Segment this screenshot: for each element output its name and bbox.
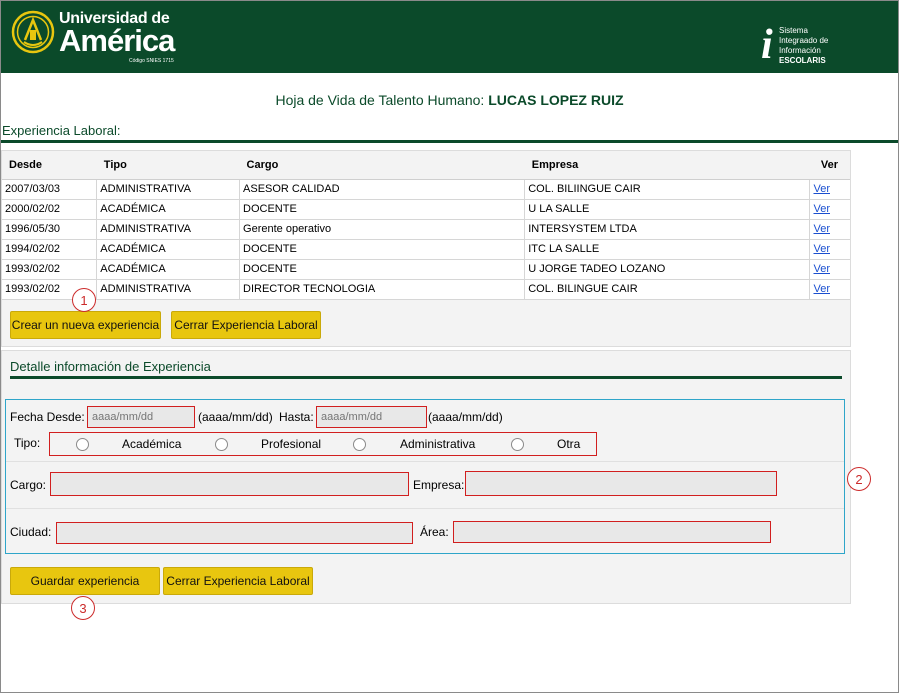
hasta-input[interactable] [316, 406, 427, 428]
radio-administrativa[interactable] [353, 438, 366, 451]
cell-cargo: DOCENTE [239, 199, 526, 220]
ver-link[interactable]: Ver [813, 283, 830, 295]
col-desde: Desde [2, 152, 97, 180]
ciudad-input[interactable] [56, 522, 413, 544]
cell-ver: Ver [809, 219, 850, 240]
ver-link[interactable]: Ver [813, 183, 830, 195]
radio-label-academica: Académica [122, 437, 182, 451]
col-empresa: Empresa [524, 152, 810, 180]
cell-ver: Ver [809, 239, 850, 260]
cell-ver: Ver [809, 199, 850, 220]
cell-tipo: ADMINISTRATIVA [96, 219, 241, 240]
table-row: 1994/02/02 ACADÉMICA DOCENTE ITC LA SALL… [2, 239, 850, 260]
cell-ver: Ver [809, 259, 850, 280]
empresa-input[interactable] [465, 471, 777, 496]
radio-label-otra: Otra [557, 437, 581, 451]
cell-desde: 1994/02/02 [2, 239, 98, 260]
close-experience-button-top[interactable]: Cerrar Experiencia Laboral [171, 311, 321, 339]
table-row: 1993/02/02 ACADÉMICA DOCENTE U JORGE TAD… [2, 259, 850, 280]
cell-desde: 1996/05/30 [2, 219, 98, 240]
hasta-hint: (aaaa/mm/dd) [428, 410, 503, 424]
fecha-desde-hint: (aaaa/mm/dd) [198, 410, 273, 424]
table-row: 2000/02/02 ACADÉMICA DOCENTE U LA SALLE … [2, 199, 850, 220]
system-label: Sistema Integraado de Información ESCOLA… [779, 26, 828, 66]
cell-tipo: ACADÉMICA [96, 199, 241, 220]
form-row-divider [6, 508, 844, 509]
table-row: 1993/02/02 ADMINISTRATIVA DIRECTOR TECNO… [2, 279, 850, 300]
ver-link[interactable]: Ver [813, 263, 830, 275]
radio-label-profesional: Profesional [261, 437, 322, 451]
fecha-desde-label: Fecha Desde: [10, 410, 85, 424]
system-line-3: Información [779, 46, 821, 55]
detail-divider [10, 376, 842, 379]
ver-link[interactable]: Ver [813, 223, 830, 235]
cell-ver: Ver [809, 279, 850, 300]
marker-3: 3 [71, 596, 95, 620]
cell-cargo: DOCENTE [239, 259, 526, 280]
cell-tipo: ACADÉMICA [96, 259, 241, 280]
table-row: 2007/03/03 ADMINISTRATIVA ASESOR CALIDAD… [2, 179, 850, 200]
cell-tipo: ACADÉMICA [96, 239, 241, 260]
cell-empresa: U LA SALLE [524, 199, 811, 220]
area-input[interactable] [453, 521, 771, 543]
section-divider [1, 140, 898, 143]
system-line-2: Integraado de [779, 36, 829, 45]
close-experience-button-bottom[interactable]: Cerrar Experiencia Laboral [163, 567, 313, 595]
radio-academica[interactable] [76, 438, 89, 451]
cell-cargo: ASESOR CALIDAD [239, 179, 526, 200]
detail-title: Detalle información de Experiencia [10, 359, 211, 374]
system-line-1: Sistema [779, 26, 808, 35]
page-title: Hoja de Vida de Talento Humano: LUCAS LO… [0, 92, 899, 108]
cell-desde: 2007/03/03 [2, 179, 98, 200]
brand-code-text: Código SNIES 1715 [129, 58, 174, 64]
cell-cargo: DIRECTOR TECNOLOGIA [239, 279, 526, 300]
cell-tipo: ADMINISTRATIVA [96, 279, 241, 300]
title-prefix: Hoja de Vida de Talento Humano: [275, 92, 489, 108]
cell-cargo: DOCENTE [239, 239, 526, 260]
cargo-label: Cargo: [10, 478, 47, 492]
marker-2: 2 [847, 467, 871, 491]
area-label: Área: [420, 525, 449, 539]
brand-main-text: América [59, 23, 175, 58]
save-experience-button[interactable]: Guardar experiencia [10, 567, 160, 595]
cell-cargo: Gerente operativo [239, 219, 526, 240]
experience-table: Desde Tipo Cargo Empresa Ver 2007/03/03 … [2, 152, 850, 300]
section-label: Experiencia Laboral: [2, 123, 121, 138]
ver-link[interactable]: Ver [813, 203, 830, 215]
cell-ver: Ver [809, 179, 850, 200]
cell-tipo: ADMINISTRATIVA [96, 179, 241, 200]
table-header-row: Desde Tipo Cargo Empresa Ver [2, 152, 850, 180]
cell-empresa: U JORGE TADEO LOZANO [524, 259, 811, 280]
empresa-label: Empresa: [413, 478, 465, 492]
table-row: 1996/05/30 ADMINISTRATIVA Gerente operat… [2, 219, 850, 240]
university-logo-icon [11, 10, 55, 54]
tipo-label: Tipo: [14, 436, 41, 450]
radio-label-administrativa: Administrativa [400, 437, 476, 451]
app-header: Universidad de América Código SNIES 1715… [1, 1, 898, 73]
col-ver: Ver [809, 152, 850, 180]
col-cargo: Cargo [239, 152, 525, 180]
cell-desde: 2000/02/02 [2, 199, 98, 220]
radio-otra[interactable] [511, 438, 524, 451]
fecha-desde-input[interactable] [87, 406, 195, 428]
form-row-divider [6, 461, 844, 462]
ver-link[interactable]: Ver [813, 243, 830, 255]
hasta-label: Hasta: [279, 410, 314, 424]
marker-1: 1 [72, 288, 96, 312]
tipo-radio-group: Académica Profesional Administrativa Otr… [49, 432, 597, 456]
cargo-input[interactable] [50, 472, 409, 496]
cell-empresa: COL. BILIINGUE CAIR [524, 179, 811, 200]
system-i-icon: i [761, 22, 773, 68]
cell-desde: 1993/02/02 [2, 259, 98, 280]
radio-profesional[interactable] [215, 438, 228, 451]
create-experience-button[interactable]: Crear un nueva experiencia [10, 311, 161, 339]
system-name: ESCOLARIS [779, 56, 826, 65]
cell-empresa: ITC LA SALLE [524, 239, 811, 260]
cell-empresa: COL. BILINGUE CAIR [524, 279, 811, 300]
ciudad-label: Ciudad: [10, 525, 52, 539]
col-tipo: Tipo [96, 152, 240, 180]
cell-empresa: INTERSYSTEM LTDA [524, 219, 811, 240]
person-name: LUCAS LOPEZ RUIZ [488, 92, 624, 108]
